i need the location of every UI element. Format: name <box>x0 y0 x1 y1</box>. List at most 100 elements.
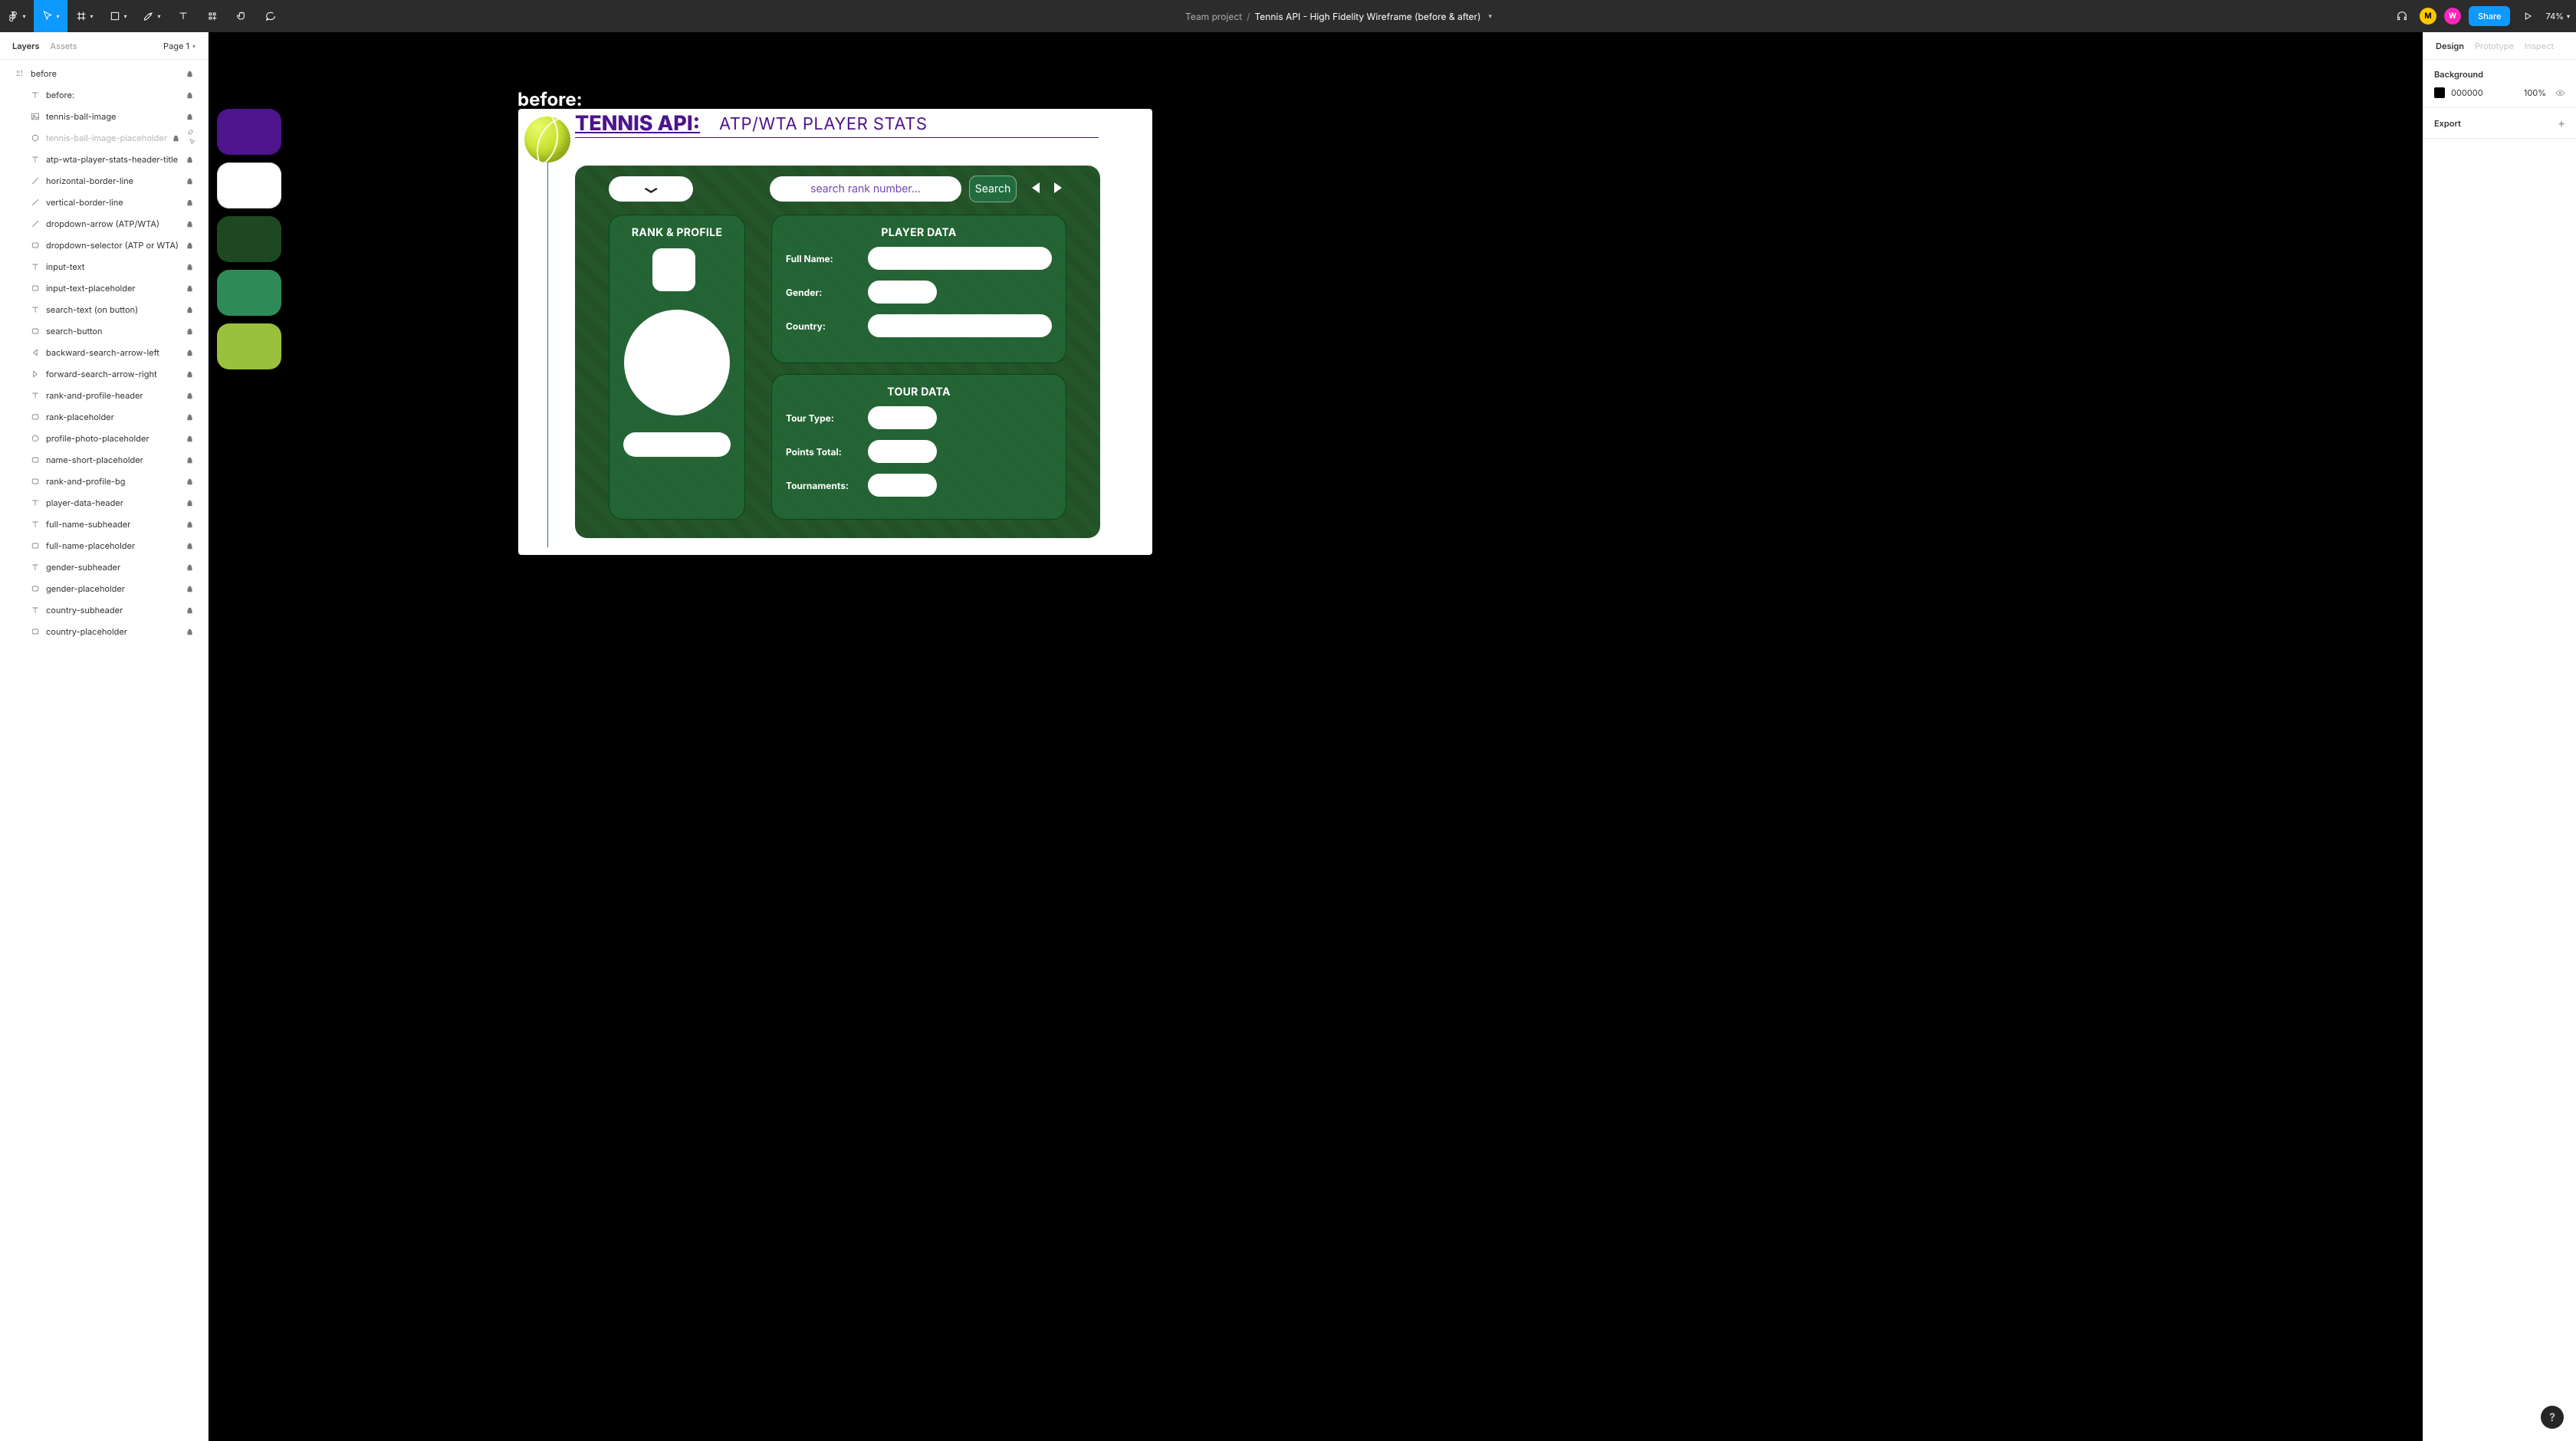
lock-icon[interactable] <box>186 521 197 528</box>
present-play-icon[interactable] <box>2518 0 2538 32</box>
layer-row[interactable]: dropdown-selector (ATP or WTA) <box>0 235 208 256</box>
lock-icon[interactable] <box>172 135 183 142</box>
layer-row[interactable]: tennis-ball-image-placeholder <box>0 127 208 149</box>
lock-icon[interactable] <box>186 457 197 464</box>
layer-row[interactable]: full-name-subheader <box>0 514 208 535</box>
lock-icon[interactable] <box>186 414 197 421</box>
text-tool[interactable] <box>169 0 198 32</box>
layer-name: gender-placeholder <box>43 583 186 594</box>
lock-icon[interactable] <box>186 285 197 292</box>
canvas[interactable]: before: TENNIS API: ATP/WTA PLAYER STATS… <box>209 32 2423 1441</box>
tab-assets[interactable]: Assets <box>51 41 77 51</box>
lock-icon[interactable] <box>186 328 197 335</box>
lock-icon[interactable] <box>186 113 197 120</box>
lock-icon[interactable] <box>186 500 197 507</box>
frame-tool[interactable]: ▾ <box>67 0 101 32</box>
layer-row[interactable]: vertical-border-line <box>0 192 208 213</box>
help-button[interactable]: ? <box>2541 1406 2564 1429</box>
layer-row[interactable]: name-short-placeholder <box>0 449 208 471</box>
layer-row[interactable]: gender-placeholder <box>0 578 208 599</box>
export-add-button[interactable]: + <box>2558 117 2565 129</box>
swatch-1[interactable] <box>217 109 281 155</box>
layer-row[interactable]: backward-search-arrow-left <box>0 342 208 363</box>
layer-root-frame[interactable]: before <box>0 63 208 84</box>
lock-icon[interactable] <box>186 586 197 592</box>
layer-row[interactable]: country-placeholder <box>0 621 208 642</box>
lock-icon[interactable] <box>186 371 197 378</box>
move-tool[interactable]: ▾ <box>34 0 67 32</box>
lock-icon[interactable] <box>186 71 197 77</box>
lock-icon[interactable] <box>186 607 197 614</box>
background-opacity[interactable]: 100% <box>2520 87 2549 98</box>
layer-row[interactable]: input-text-placeholder <box>0 277 208 299</box>
swatch-2[interactable] <box>217 162 281 208</box>
layer-row[interactable]: forward-search-arrow-right <box>0 363 208 385</box>
tab-inspect[interactable]: Inspect <box>2525 41 2554 51</box>
lock-icon[interactable] <box>186 435 197 442</box>
tab-prototype[interactable]: Prototype <box>2475 41 2514 51</box>
layer-row[interactable]: rank-and-profile-bg <box>0 471 208 492</box>
avatar-w[interactable]: W <box>2444 8 2461 25</box>
layer-row[interactable]: player-data-header <box>0 492 208 514</box>
lock-icon[interactable] <box>186 392 197 399</box>
share-button[interactable]: Share <box>2469 6 2510 26</box>
lock-icon[interactable] <box>186 564 197 571</box>
headphones-icon[interactable] <box>2392 0 2412 32</box>
figma-menu-button[interactable]: ▾ <box>0 0 34 32</box>
pen-tool[interactable]: ▾ <box>135 0 169 32</box>
swatch-4[interactable] <box>217 270 281 316</box>
document-title-area[interactable]: Team project / Tennis API - High Fidelit… <box>1185 11 1492 22</box>
lock-icon[interactable] <box>186 629 197 635</box>
wireframe-before-frame[interactable]: TENNIS API: ATP/WTA PLAYER STATS ⌄ searc… <box>518 109 1152 555</box>
chevron-down-icon[interactable]: ▾ <box>1488 12 1492 21</box>
rect-icon <box>28 540 43 551</box>
lock-icon[interactable] <box>186 221 197 228</box>
layer-row[interactable]: before: <box>0 84 208 106</box>
layer-row[interactable]: atp-wta-player-stats-header-title <box>0 149 208 170</box>
lock-icon[interactable] <box>186 178 197 185</box>
layer-row[interactable]: dropdown-arrow (ATP/WTA) <box>0 213 208 235</box>
layer-row[interactable]: horizontal-border-line <box>0 170 208 192</box>
tour-dropdown[interactable]: ⌄ <box>609 176 693 202</box>
lock-icon[interactable] <box>186 307 197 313</box>
layer-row[interactable]: full-name-placeholder <box>0 535 208 556</box>
comment-tool[interactable] <box>256 0 285 32</box>
lock-icon[interactable] <box>186 350 197 356</box>
avatar-m[interactable]: M <box>2420 8 2436 25</box>
lock-icon[interactable] <box>186 478 197 485</box>
prev-arrow-icon[interactable] <box>1032 182 1040 193</box>
lock-icon[interactable] <box>186 242 197 249</box>
hand-tool[interactable] <box>227 0 256 32</box>
layer-row[interactable]: gender-subheader <box>0 556 208 578</box>
layer-row[interactable]: profile-photo-placeholder <box>0 428 208 449</box>
layer-row[interactable]: rank-and-profile-header <box>0 385 208 406</box>
swatch-3[interactable] <box>217 216 281 262</box>
background-swatch[interactable] <box>2434 87 2445 98</box>
layer-row[interactable]: search-button <box>0 320 208 342</box>
swatch-5[interactable] <box>217 323 281 369</box>
lock-icon[interactable] <box>186 543 197 550</box>
row-tournaments: Tournaments: <box>786 474 1052 497</box>
lock-icon[interactable] <box>186 156 197 163</box>
layer-row[interactable]: search-text (on button) <box>0 299 208 320</box>
background-hex[interactable]: 000000 <box>2451 87 2514 98</box>
resources-tool[interactable] <box>198 0 227 32</box>
lock-icon[interactable] <box>186 92 197 99</box>
zoom-value[interactable]: 74% ▾ <box>2545 11 2570 21</box>
shape-tool[interactable]: ▾ <box>101 0 135 32</box>
layer-row[interactable]: country-subheader <box>0 599 208 621</box>
frame-label-before[interactable]: before: <box>518 88 583 110</box>
next-arrow-icon[interactable] <box>1054 182 1062 193</box>
layer-row[interactable]: rank-placeholder <box>0 406 208 428</box>
rank-search-input[interactable]: search rank number... <box>770 176 961 202</box>
layer-name: forward-search-arrow-right <box>43 369 186 379</box>
tab-design[interactable]: Design <box>2436 41 2464 51</box>
lock-icon[interactable] <box>186 264 197 271</box>
page-selector[interactable]: Page 1 ▾ <box>163 41 196 51</box>
eye-toggle-icon[interactable] <box>2555 88 2565 98</box>
tab-layers[interactable]: Layers <box>12 41 40 51</box>
layer-row[interactable]: tennis-ball-image <box>0 106 208 127</box>
search-button[interactable]: Search <box>969 176 1017 202</box>
lock-icon[interactable] <box>186 199 197 206</box>
layer-row[interactable]: input-text <box>0 256 208 277</box>
